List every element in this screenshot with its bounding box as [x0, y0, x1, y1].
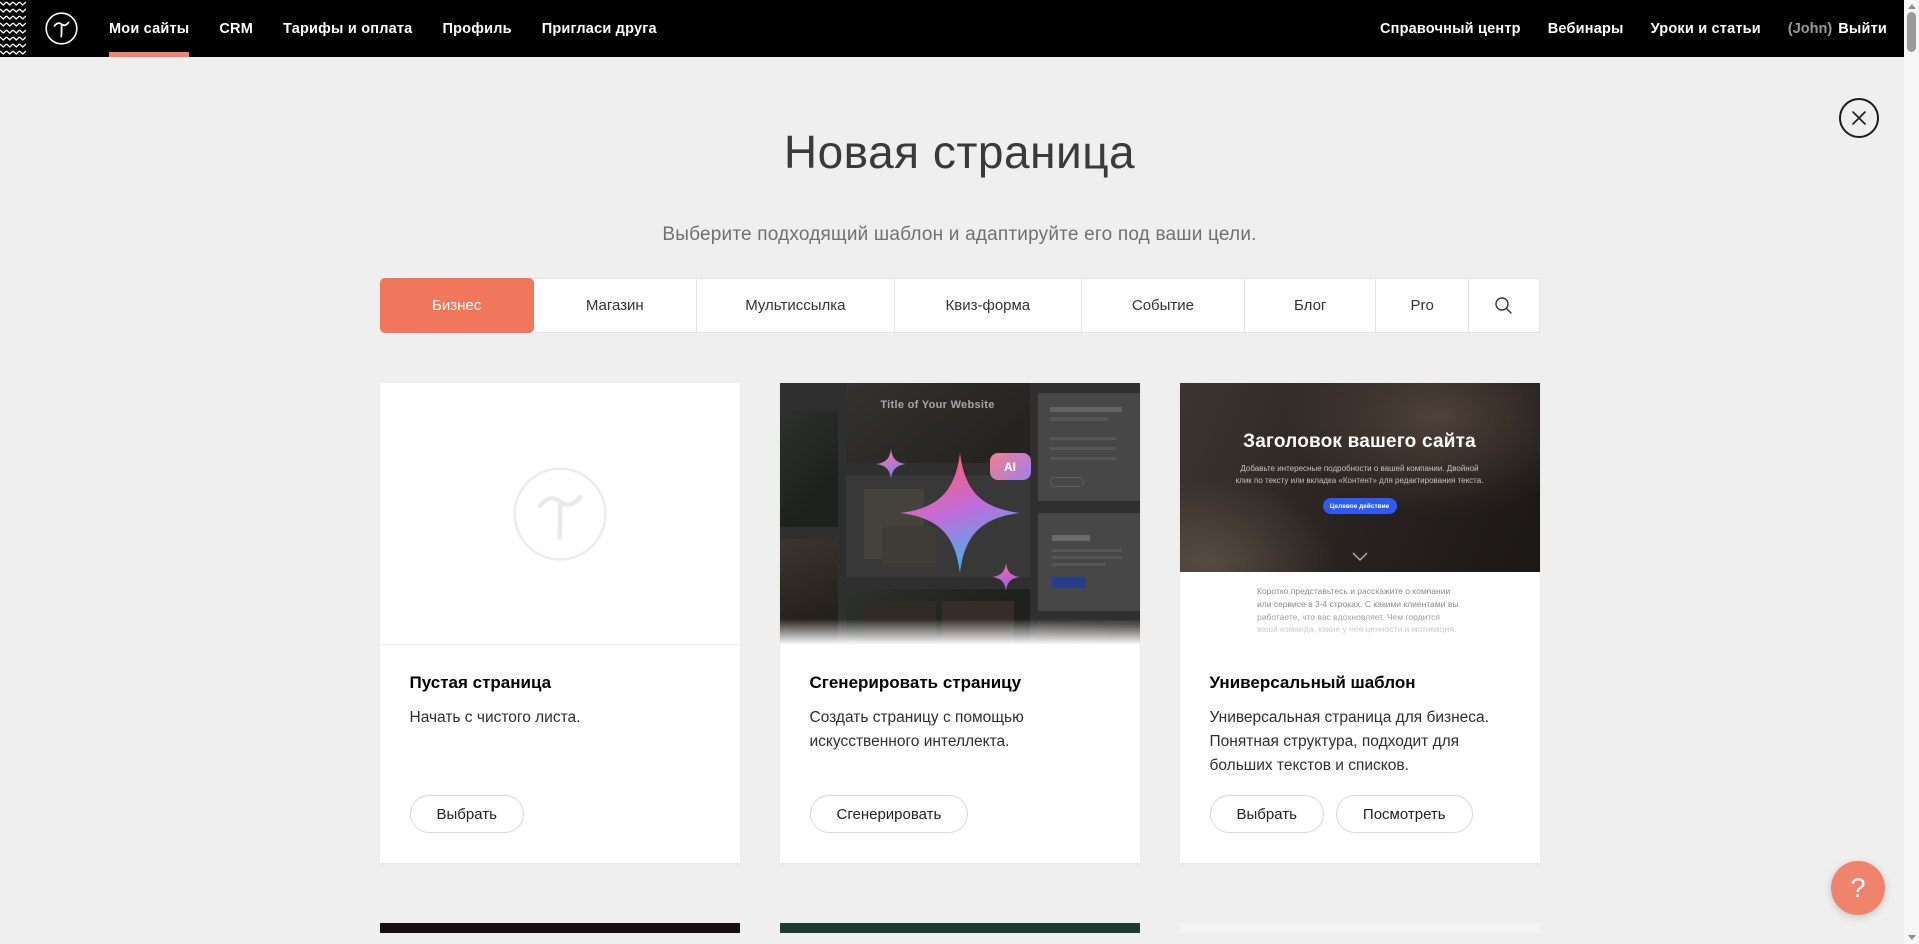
page-subtitle: Выберите подходящий шаблон и адаптируйте…	[380, 224, 1540, 246]
view-button[interactable]: Посмотреть	[1336, 795, 1473, 833]
ai-template-preview[interactable]: Title of Your Website	[780, 383, 1140, 645]
template-body-text: Коротко представьтесь и расскажите о ком…	[1257, 585, 1462, 645]
logout-link[interactable]: Выйти	[1838, 21, 1887, 37]
template-hero: Заголовок вашего сайта Добавьте интересн…	[1180, 383, 1540, 572]
card-body: Сгенерировать страницу Создать страницу …	[780, 645, 1140, 863]
tab-multilink[interactable]: Мультиссылка	[697, 279, 895, 332]
nav-item-help-center[interactable]: Справочный центр	[1380, 0, 1521, 57]
top-navbar: Мои сайты CRM Тарифы и оплата Профиль Пр…	[0, 0, 1919, 57]
card-actions: Выбрать Посмотреть	[1210, 795, 1510, 833]
template-card-blank: Пустая страница Начать с чистого листа. …	[380, 383, 740, 863]
ai-sparkle-small-icon	[992, 563, 1020, 591]
scroll-down-arrow[interactable]	[1908, 935, 1916, 940]
ai-badge: AI	[990, 453, 1031, 480]
card-actions: Сгенерировать	[810, 795, 1110, 833]
main-menu: Мои сайты CRM Тарифы и оплата Профиль Пр…	[109, 0, 657, 57]
new-page-dialog: Новая страница Выберите подходящий шабло…	[380, 0, 1540, 933]
page-title: Новая страница	[380, 125, 1540, 180]
tilda-logo-icon[interactable]	[45, 12, 78, 45]
card-title: Пустая страница	[410, 673, 710, 693]
card-title: Универсальный шаблон	[1210, 673, 1510, 693]
chevron-down-icon	[1352, 548, 1368, 566]
template-body-section: Коротко представьтесь и расскажите о ком…	[1180, 572, 1540, 645]
tab-store[interactable]: Магазин	[534, 279, 697, 332]
template-hero-text: Добавьте интересные подробности о вашей …	[1235, 463, 1485, 487]
tab-event[interactable]: Событие	[1082, 279, 1245, 332]
close-icon	[1850, 109, 1868, 127]
template-category-tabs: Бизнес Магазин Мультиссылка Квиз-форма С…	[380, 278, 1540, 333]
user-menu: (John) Выйти	[1788, 21, 1887, 37]
template-hero-title: Заголовок вашего сайта	[1243, 431, 1476, 453]
card-body: Универсальный шаблон Универсальная стран…	[1180, 645, 1540, 863]
choose-button[interactable]: Выбрать	[1210, 795, 1324, 833]
nav-item-pricing[interactable]: Тарифы и оплата	[283, 0, 412, 57]
template-card-partial[interactable]	[380, 923, 740, 933]
choose-button[interactable]: Выбрать	[410, 795, 524, 833]
page-scrollbar[interactable]	[1904, 0, 1919, 944]
nav-item-lessons[interactable]: Уроки и статьи	[1651, 0, 1761, 57]
universal-template-preview[interactable]: Заголовок вашего сайта Добавьте интересн…	[1180, 383, 1540, 645]
card-body: Пустая страница Начать с чистого листа. …	[380, 645, 740, 863]
partial-preview	[780, 923, 1140, 933]
nav-item-profile[interactable]: Профиль	[442, 0, 511, 57]
help-button[interactable]: ?	[1831, 861, 1885, 915]
user-name: (John)	[1788, 21, 1832, 37]
ai-sparkle-small-icon	[876, 449, 906, 479]
template-cards-grid: Пустая страница Начать с чистого листа. …	[380, 383, 1540, 933]
scroll-up-arrow[interactable]	[1908, 4, 1916, 9]
partial-preview	[1180, 923, 1540, 933]
template-card-partial[interactable]	[1180, 923, 1540, 933]
tab-pro[interactable]: Pro	[1376, 279, 1469, 332]
template-card-ai-generate: Title of Your Website	[780, 383, 1140, 863]
secondary-menu: Справочный центр Вебинары Уроки и статьи…	[1380, 0, 1919, 57]
scroll-thumb[interactable]	[1907, 12, 1916, 52]
generate-button[interactable]: Сгенерировать	[810, 795, 969, 833]
card-description: Универсальная страница для бизнеса. Поня…	[1210, 706, 1510, 778]
tab-quiz-form[interactable]: Квиз-форма	[895, 279, 1082, 332]
nav-item-my-sites[interactable]: Мои сайты	[109, 0, 189, 57]
tilda-watermark-icon	[512, 466, 608, 562]
blank-template-preview[interactable]	[380, 383, 740, 645]
template-cta-button: Целевое действие	[1323, 498, 1397, 514]
zigzag-decoration	[0, 0, 26, 57]
template-card-universal: Заголовок вашего сайта Добавьте интересн…	[1180, 383, 1540, 863]
template-card-partial[interactable]	[780, 923, 1140, 933]
tab-business[interactable]: Бизнес	[380, 278, 534, 333]
card-actions: Выбрать	[410, 795, 710, 833]
tab-search[interactable]	[1469, 279, 1539, 332]
partial-preview	[380, 923, 740, 933]
search-icon	[1494, 296, 1513, 315]
question-icon: ?	[1850, 873, 1865, 904]
nav-item-crm[interactable]: CRM	[219, 0, 253, 57]
close-button[interactable]	[1839, 98, 1879, 138]
card-description: Создать страницу с помощью искусственног…	[810, 706, 1110, 754]
card-description: Начать с чистого листа.	[410, 706, 710, 730]
nav-item-webinars[interactable]: Вебинары	[1548, 0, 1624, 57]
nav-item-invite[interactable]: Пригласи друга	[542, 0, 657, 57]
card-title: Сгенерировать страницу	[810, 673, 1110, 693]
tab-blog[interactable]: Блог	[1245, 279, 1376, 332]
